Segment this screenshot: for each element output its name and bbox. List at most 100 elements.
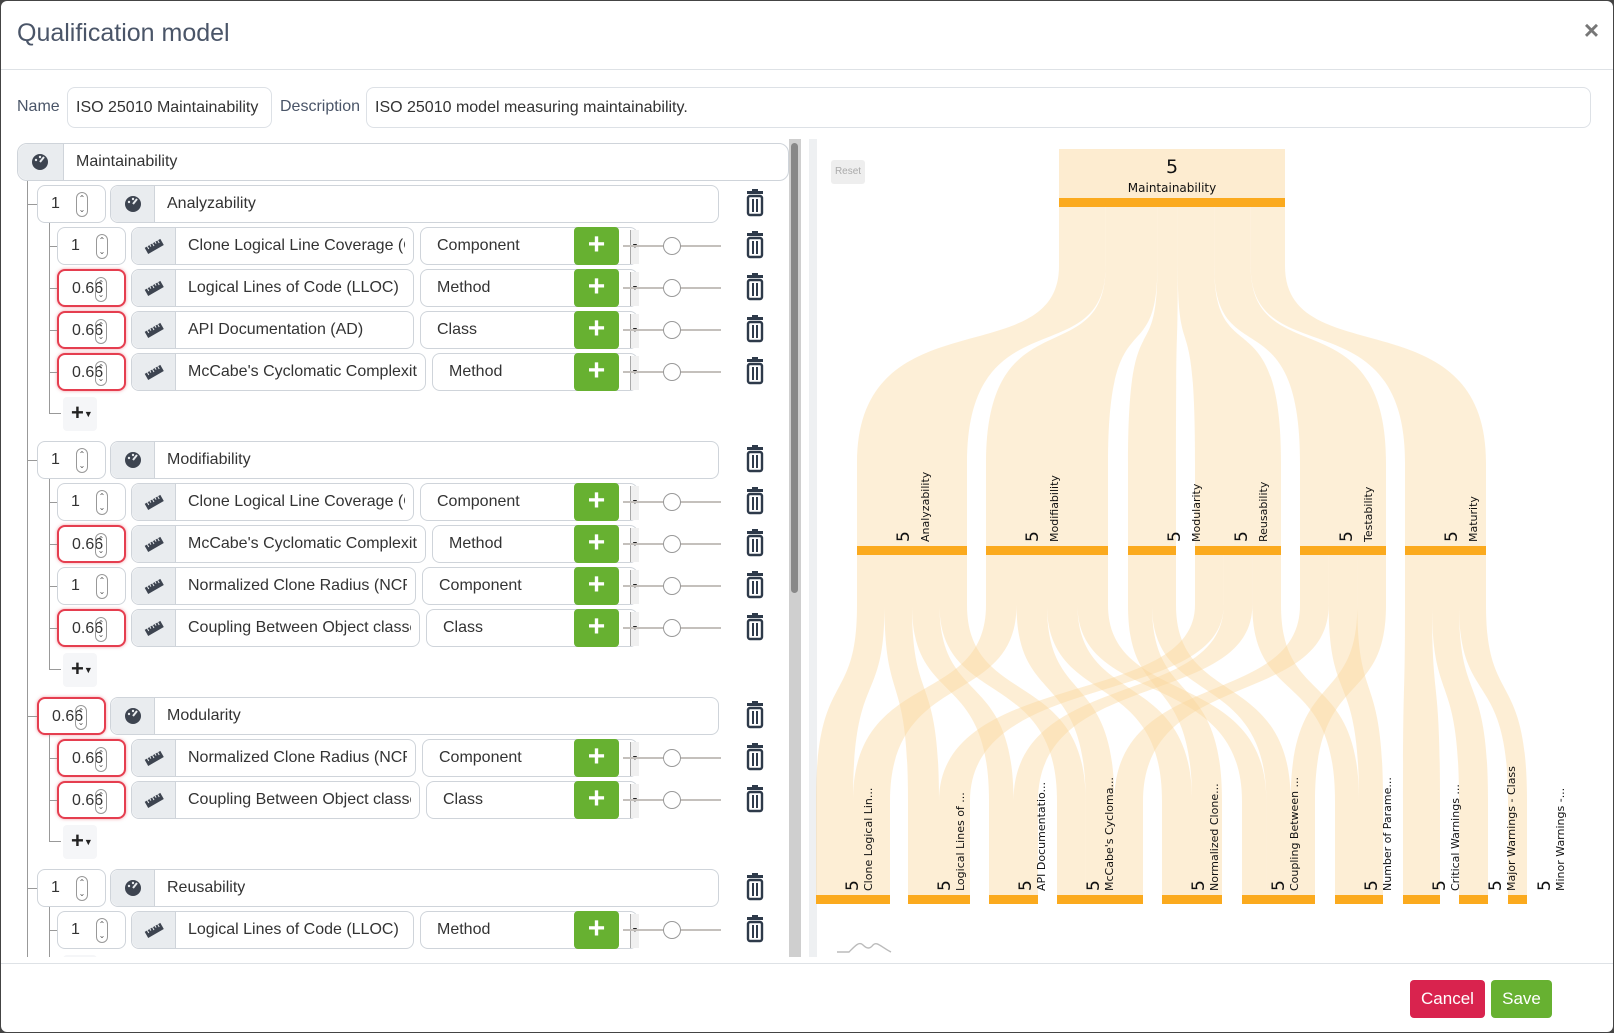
weight-input[interactable]: 1 ⌃ ⌄ (37, 869, 106, 907)
metric-name-input[interactable]: Normalized Clone Radius (NCR) (188, 577, 407, 595)
slider-handle[interactable] (663, 321, 681, 339)
trash-icon[interactable] (744, 785, 766, 813)
metric-weight-input[interactable]: 0.66 ⌃ ⌄ (57, 353, 126, 391)
metric-name-input[interactable]: Normalized Clone Radius (NCR) (188, 749, 407, 767)
weight-slider[interactable] (623, 791, 721, 809)
weight-slider[interactable] (623, 921, 721, 939)
slider-handle[interactable] (663, 749, 681, 767)
add-submetric-button[interactable]: + (574, 227, 619, 265)
spinner-icon[interactable]: ⌃ ⌄ (95, 361, 107, 386)
add-metric-dropdown[interactable]: +▼ (63, 825, 97, 859)
metric-weight-input[interactable]: 0.66 ⌃ ⌄ (57, 739, 126, 777)
metric-name-input[interactable]: Logical Lines of Code (LLOC) (188, 921, 405, 939)
trash-icon[interactable] (744, 529, 766, 557)
metric-name-input[interactable]: Coupling Between Object classes (188, 791, 411, 809)
save-button[interactable]: Save (1491, 980, 1552, 1018)
slider-handle[interactable] (663, 577, 681, 595)
spinner-icon[interactable]: ⌃ ⌄ (95, 789, 107, 814)
trash-icon[interactable] (744, 743, 766, 771)
metric-weight-input[interactable]: 1 ⌃ ⌄ (57, 567, 126, 605)
weight-slider[interactable] (623, 321, 721, 339)
cancel-button[interactable]: Cancel (1410, 980, 1485, 1018)
add-submetric-button[interactable]: + (574, 911, 619, 949)
weight-slider[interactable] (623, 493, 721, 511)
add-submetric-button[interactable]: + (574, 269, 619, 307)
add-submetric-button[interactable]: + (574, 781, 619, 819)
weight-slider[interactable] (623, 237, 721, 255)
metric-weight-input[interactable]: 0.66 ⌃ ⌄ (57, 525, 126, 563)
close-button[interactable]: × (1584, 15, 1599, 45)
spinner-icon[interactable]: ⌃ ⌄ (75, 705, 87, 730)
slider-handle[interactable] (663, 363, 681, 381)
slider-handle[interactable] (663, 791, 681, 809)
spinner-icon[interactable]: ⌃ ⌄ (76, 192, 88, 217)
name-input[interactable]: ISO 25010 Maintainability (67, 87, 272, 128)
weight-slider[interactable] (623, 363, 721, 381)
add-submetric-button[interactable]: + (574, 567, 619, 605)
weight-input[interactable]: 1 ⌃ ⌄ (37, 441, 106, 479)
spinner-icon[interactable]: ⌃ ⌄ (96, 574, 108, 599)
metric-weight-input[interactable]: 0.66 ⌃ ⌄ (57, 781, 126, 819)
slider-handle[interactable] (663, 493, 681, 511)
metric-name-input[interactable]: Clone Logical Line Coverage (CLLC) (188, 493, 405, 511)
trash-icon[interactable] (744, 273, 766, 301)
slider-handle[interactable] (663, 279, 681, 297)
trash-icon[interactable] (744, 315, 766, 343)
metric-name-input[interactable]: Logical Lines of Code (LLOC) (188, 279, 405, 297)
add-submetric-button[interactable]: + (574, 311, 619, 349)
weight-input[interactable]: 1 ⌃ ⌄ (37, 185, 106, 223)
weight-slider[interactable] (623, 749, 721, 767)
trash-icon[interactable] (744, 487, 766, 515)
reset-button[interactable]: Reset (831, 160, 865, 184)
characteristic-name-input[interactable]: Reusability (167, 879, 245, 897)
trash-icon[interactable] (744, 701, 766, 729)
metric-weight-input[interactable]: 1 ⌃ ⌄ (57, 227, 126, 265)
characteristic-name-input[interactable]: Modifiability (167, 451, 251, 469)
weight-slider[interactable] (623, 279, 721, 297)
characteristic-name-input[interactable]: Analyzability (167, 195, 256, 213)
metric-weight-input[interactable]: 0.66 ⌃ ⌄ (57, 609, 126, 647)
trash-icon[interactable] (744, 445, 766, 473)
spinner-icon[interactable]: ⌃ ⌄ (95, 617, 107, 642)
description-input[interactable]: ISO 25010 model measuring maintainabilit… (366, 87, 1591, 128)
slider-handle[interactable] (663, 619, 681, 637)
trash-icon[interactable] (744, 357, 766, 385)
metric-weight-input[interactable]: 0.66 ⌃ ⌄ (57, 269, 126, 307)
add-metric-dropdown[interactable]: +▼ (63, 955, 97, 957)
add-submetric-button[interactable]: + (574, 483, 619, 521)
spinner-icon[interactable]: ⌃ ⌄ (95, 319, 107, 344)
spinner-icon[interactable]: ⌃ ⌄ (76, 448, 88, 473)
characteristic-name-input[interactable]: Modularity (167, 707, 241, 725)
add-submetric-button[interactable]: + (574, 609, 619, 647)
spinner-icon[interactable]: ⌃ ⌄ (96, 490, 108, 515)
weight-slider[interactable] (623, 619, 721, 637)
add-submetric-button[interactable]: + (574, 353, 619, 391)
add-submetric-button[interactable]: + (574, 525, 619, 563)
spinner-icon[interactable]: ⌃ ⌄ (95, 533, 107, 558)
slider-handle[interactable] (663, 535, 681, 553)
tree-scrollbar-thumb[interactable] (791, 143, 798, 593)
metric-name-input[interactable]: McCabe's Cyclomatic Complexity (188, 363, 417, 381)
spinner-icon[interactable]: ⌃ ⌄ (76, 876, 88, 901)
trash-icon[interactable] (744, 571, 766, 599)
add-metric-dropdown[interactable]: +▼ (63, 397, 97, 431)
spinner-icon[interactable]: ⌃ ⌄ (96, 918, 108, 943)
weight-input[interactable]: 0.66 ⌃ ⌄ (37, 697, 106, 735)
trash-icon[interactable] (744, 189, 766, 217)
metric-name-input[interactable]: Clone Logical Line Coverage (CLLC) (188, 237, 405, 255)
metric-name-input[interactable]: McCabe's Cyclomatic Complexity (188, 535, 417, 553)
metric-weight-input[interactable]: 1 ⌃ ⌄ (57, 483, 126, 521)
spinner-icon[interactable]: ⌃ ⌄ (95, 277, 107, 302)
trash-icon[interactable] (744, 873, 766, 901)
metric-weight-input[interactable]: 1 ⌃ ⌄ (57, 911, 126, 949)
trash-icon[interactable] (744, 915, 766, 943)
spinner-icon[interactable]: ⌃ ⌄ (96, 234, 108, 259)
metric-name-input[interactable]: Coupling Between Object classes (188, 619, 411, 637)
trash-icon[interactable] (744, 231, 766, 259)
weight-slider[interactable] (623, 577, 721, 595)
metric-name-input[interactable]: API Documentation (AD) (188, 321, 405, 339)
spinner-icon[interactable]: ⌃ ⌄ (95, 747, 107, 772)
add-metric-dropdown[interactable]: +▼ (63, 653, 97, 687)
weight-slider[interactable] (623, 535, 721, 553)
slider-handle[interactable] (663, 237, 681, 255)
